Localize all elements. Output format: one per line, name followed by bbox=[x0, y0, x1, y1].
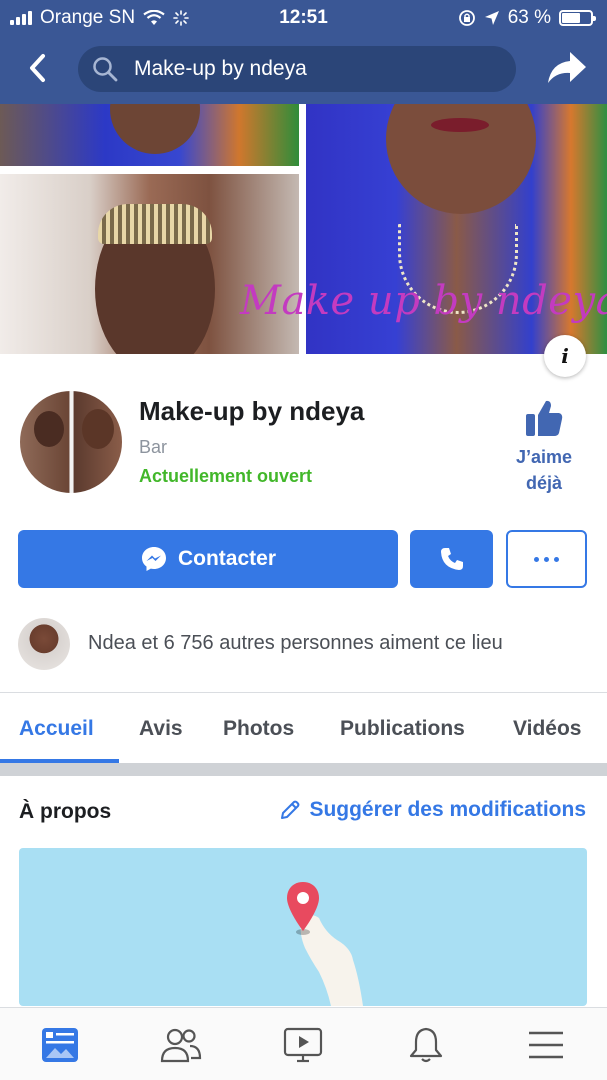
suggest-edits-link[interactable]: Suggérer des modifications bbox=[279, 798, 586, 822]
like-button[interactable]: J’aime déjà bbox=[508, 398, 580, 496]
menu-icon bbox=[529, 1031, 563, 1059]
section-separator bbox=[0, 763, 607, 776]
thumbs-up-icon bbox=[526, 400, 563, 436]
top-header: Orange SN 12:51 63 % Make-up by ndeya bbox=[0, 0, 607, 104]
battery-icon bbox=[559, 10, 596, 26]
notifications-bell-icon bbox=[409, 1027, 443, 1063]
back-button[interactable] bbox=[20, 50, 54, 86]
info-button[interactable]: i bbox=[544, 335, 586, 377]
tab-accueil[interactable]: Accueil bbox=[19, 717, 94, 741]
page-category[interactable]: Bar bbox=[139, 437, 167, 458]
map-pin-icon bbox=[287, 882, 319, 935]
more-options-button[interactable] bbox=[506, 530, 587, 588]
nav-notifications[interactable] bbox=[403, 1022, 449, 1068]
page-tabs: Accueil Avis Photos Publications Vidéos bbox=[0, 693, 607, 763]
cover-photo-bottom-left[interactable] bbox=[0, 174, 299, 354]
page-name: Make-up by ndeya bbox=[139, 396, 365, 426]
rotation-lock-icon bbox=[458, 10, 475, 26]
search-query: Make-up by ndeya bbox=[134, 57, 307, 80]
cover-overlay-text: Make up by ndeya bbox=[240, 278, 607, 324]
bottom-navigation bbox=[0, 1007, 607, 1080]
friends-icon bbox=[160, 1028, 202, 1063]
likes-summary[interactable]: Ndea et 6 756 autres personnes aiment ce… bbox=[88, 632, 503, 655]
location-arrow-icon bbox=[484, 11, 499, 25]
cover-photo-top-left[interactable] bbox=[0, 104, 299, 166]
contact-button[interactable]: Contacter bbox=[18, 530, 398, 588]
news-feed-icon bbox=[42, 1028, 78, 1062]
contact-label: Contacter bbox=[177, 547, 277, 570]
pencil-icon bbox=[281, 800, 300, 819]
more-dots-icon bbox=[534, 556, 559, 562]
chevron-left-icon bbox=[30, 54, 45, 82]
nav-watch[interactable] bbox=[280, 1022, 326, 1068]
like-label-line2: déjà bbox=[525, 473, 563, 493]
suggest-edits-label: Suggérer des modifications bbox=[309, 798, 586, 821]
call-button[interactable] bbox=[410, 530, 493, 588]
nav-friends[interactable] bbox=[158, 1022, 204, 1068]
tab-videos[interactable]: Vidéos bbox=[513, 717, 581, 741]
nav-menu[interactable] bbox=[523, 1022, 569, 1068]
location-map[interactable] bbox=[19, 848, 587, 1006]
status-right: 63 % bbox=[458, 7, 596, 29]
liker-avatar[interactable] bbox=[18, 618, 70, 670]
tab-publications[interactable]: Publications bbox=[340, 717, 465, 741]
battery-percent: 63 % bbox=[507, 7, 551, 28]
tab-avis[interactable]: Avis bbox=[139, 717, 183, 741]
phone-icon bbox=[440, 548, 463, 570]
battery-fill bbox=[562, 13, 580, 23]
status-bar: Orange SN 12:51 63 % bbox=[0, 0, 607, 36]
about-title: À propos bbox=[19, 800, 112, 823]
search-icon bbox=[93, 57, 118, 82]
messenger-icon bbox=[141, 547, 166, 571]
cover-photo-collage[interactable]: Make up by ndeya bbox=[0, 104, 607, 354]
watch-video-icon bbox=[283, 1027, 323, 1063]
nav-news-feed[interactable] bbox=[37, 1022, 83, 1068]
tab-photos[interactable]: Photos bbox=[223, 717, 294, 741]
share-arrow-icon bbox=[548, 52, 586, 83]
open-status: Actuellement ouvert bbox=[139, 466, 313, 486]
page-avatar[interactable] bbox=[18, 389, 124, 495]
like-label-line1: J’aime bbox=[515, 447, 573, 467]
search-bar[interactable]: Make-up by ndeya bbox=[78, 46, 516, 92]
share-button[interactable] bbox=[545, 48, 589, 88]
